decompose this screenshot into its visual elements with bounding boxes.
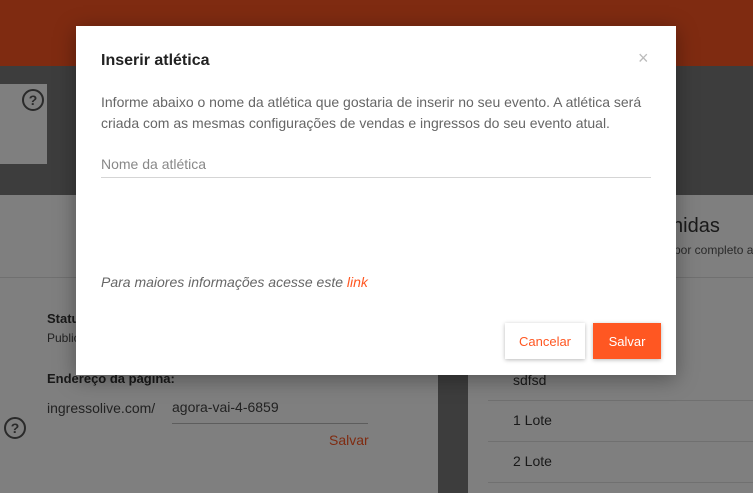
- info-text-label: Para maiores informações acesse este: [101, 274, 347, 290]
- dialog-description: Informe abaixo o nome da atlética que go…: [101, 94, 642, 131]
- cancel-button[interactable]: Cancelar: [505, 323, 585, 359]
- close-icon[interactable]: ×: [638, 49, 649, 67]
- dialog-title: Inserir atlética: [101, 52, 210, 69]
- save-button[interactable]: Salvar: [593, 323, 661, 359]
- athletic-name-input[interactable]: [101, 150, 651, 178]
- info-text: Para maiores informações acesse este lin…: [101, 274, 368, 290]
- insert-athletic-dialog: Inserir atlética × Informe abaixo o nome…: [76, 26, 676, 375]
- info-link[interactable]: link: [347, 274, 368, 290]
